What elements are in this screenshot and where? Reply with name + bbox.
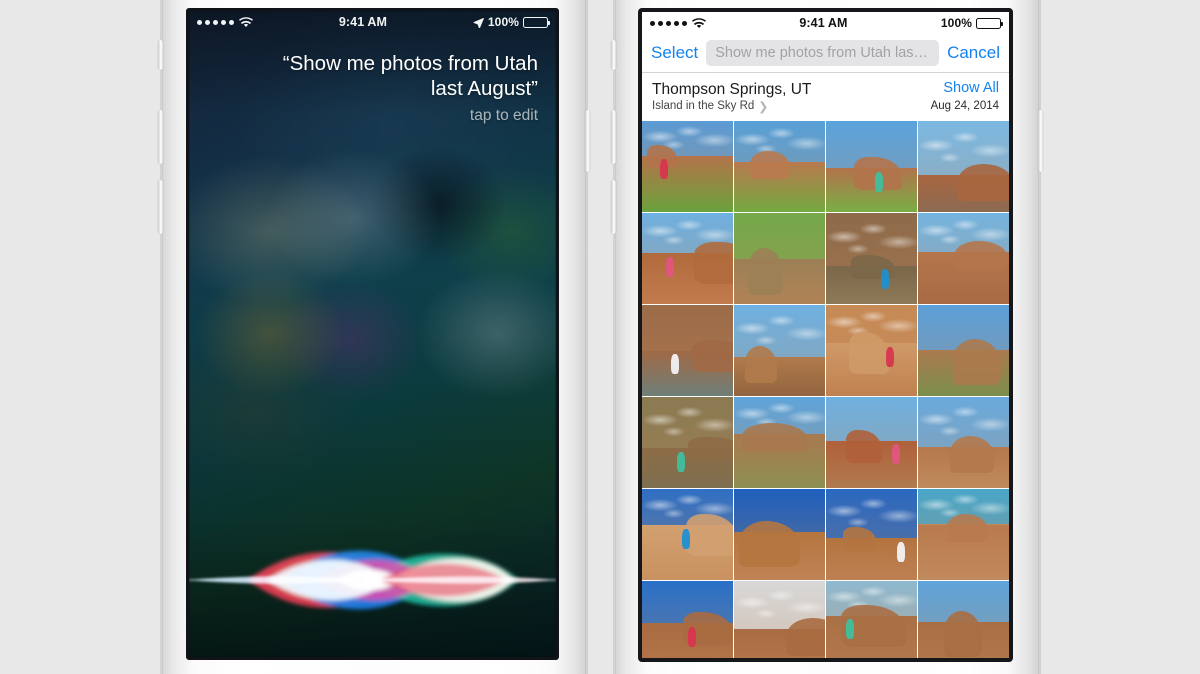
- photo-thumbnail[interactable]: [826, 397, 917, 488]
- photo-thumbnail[interactable]: [642, 305, 733, 396]
- siri-waveform-svg: [189, 550, 556, 610]
- iphone-left-screen: 9:41 AM 100% “Show me photos from Utah l…: [186, 8, 559, 660]
- moment-subtitle: Island in the Sky Rd: [652, 100, 755, 112]
- volume-down-button[interactable]: [158, 180, 163, 234]
- thumbnail-subject: [891, 444, 900, 465]
- power-button[interactable]: [1038, 110, 1043, 172]
- photo-thumbnail[interactable]: [642, 397, 733, 488]
- volume-down-button[interactable]: [611, 180, 616, 234]
- photo-thumbnail[interactable]: [918, 581, 1009, 658]
- photo-thumbnail[interactable]: [826, 213, 917, 304]
- thumbnail-rock-form: [786, 618, 825, 656]
- select-button[interactable]: Select: [651, 43, 698, 63]
- status-bar-right-group: 100%: [940, 16, 1003, 30]
- photo-thumbnail[interactable]: [918, 213, 1009, 304]
- siri-transcript[interactable]: “Show me photos from Utah last August”: [213, 51, 538, 101]
- photos-search-bar: Select Show me photos from Utah last… Ca…: [642, 34, 1009, 72]
- thumbnail-rock-form: [955, 241, 1008, 270]
- thumbnail-rock-form: [750, 151, 790, 180]
- volume-up-button[interactable]: [611, 110, 616, 164]
- power-button[interactable]: [585, 110, 590, 172]
- search-input[interactable]: Show me photos from Utah last…: [706, 40, 940, 66]
- status-bar-right: 9:41 AM 100%: [642, 12, 1009, 34]
- thumbnail-subject: [682, 529, 691, 550]
- thumbnail-rock-form: [693, 242, 733, 284]
- photo-thumbnail[interactable]: [642, 489, 733, 580]
- siri-waveform: [189, 525, 556, 635]
- thumbnail-rock-form: [958, 163, 1009, 202]
- photo-thumbnail[interactable]: [734, 489, 825, 580]
- photo-grid[interactable]: [642, 121, 1009, 658]
- photo-thumbnail[interactable]: [918, 397, 1009, 488]
- photo-thumbnail[interactable]: [734, 121, 825, 212]
- thumbnail-rock-form: [688, 437, 733, 461]
- show-all-button[interactable]: Show All: [943, 80, 999, 96]
- photo-thumbnail[interactable]: [918, 305, 1009, 396]
- volume-up-button[interactable]: [158, 110, 163, 164]
- thumbnail-rock-form: [944, 611, 982, 658]
- photo-thumbnail[interactable]: [734, 213, 825, 304]
- moment-date: Aug 24, 2014: [930, 100, 999, 112]
- status-bar-signal-group: [650, 17, 706, 29]
- wifi-icon: [692, 17, 706, 29]
- photo-thumbnail[interactable]: [734, 397, 825, 488]
- battery-percent-label: 100%: [940, 16, 972, 30]
- thumbnail-subject: [880, 269, 889, 290]
- status-bar-right-group: 100%: [473, 15, 550, 29]
- search-input-placeholder: Show me photos from Utah last…: [715, 45, 931, 61]
- thumbnail-clouds: [734, 305, 825, 357]
- mute-switch[interactable]: [158, 40, 163, 70]
- status-bar-signal-group: [197, 16, 253, 28]
- iphone-right-screen: 9:41 AM 100% Select Show me photos from …: [638, 8, 1013, 662]
- status-bar-time: 9:41 AM: [338, 15, 388, 29]
- thumbnail-rock-form: [742, 423, 807, 452]
- photo-thumbnail[interactable]: [734, 305, 825, 396]
- signal-dots-icon: [650, 20, 687, 26]
- chevron-right-icon: ❯: [758, 99, 769, 113]
- thumbnail-subject: [660, 159, 669, 180]
- photos-app: 9:41 AM 100% Select Show me photos from …: [642, 12, 1009, 658]
- status-bar-time: 9:41 AM: [799, 16, 848, 30]
- thumbnail-rock-form: [691, 339, 733, 373]
- thumbnail-subject: [665, 256, 674, 277]
- location-arrow-icon: [473, 17, 484, 28]
- screenshot-stage: 9:41 AM 100% “Show me photos from Utah l…: [0, 0, 1200, 674]
- moment-header[interactable]: Thompson Springs, UT Island in the Sky R…: [642, 73, 1009, 121]
- thumbnail-subject: [846, 619, 855, 640]
- thumbnail-subject: [671, 354, 680, 375]
- siri-transcript-line-1: “Show me photos from Utah: [282, 52, 538, 75]
- thumbnail-rock-form: [685, 514, 733, 557]
- photo-thumbnail[interactable]: [826, 121, 917, 212]
- thumbnail-subject: [896, 541, 906, 562]
- thumbnail-subject: [886, 346, 895, 367]
- photo-thumbnail[interactable]: [826, 489, 917, 580]
- battery-percent-label: 100%: [487, 15, 519, 29]
- thumbnail-rock-form: [744, 345, 777, 384]
- photo-thumbnail[interactable]: [826, 581, 917, 658]
- thumbnail-rock-form: [747, 248, 784, 295]
- thumbnail-sky: [734, 213, 825, 260]
- battery-full-icon: [976, 17, 1003, 29]
- signal-dots-icon: [197, 19, 234, 25]
- siri-transcript-line-2: last August”: [430, 77, 538, 100]
- thumbnail-subject: [676, 451, 685, 472]
- photo-thumbnail[interactable]: [918, 121, 1009, 212]
- siri-edit-hint[interactable]: tap to edit: [470, 107, 538, 125]
- photo-thumbnail[interactable]: [826, 305, 917, 396]
- photo-thumbnail[interactable]: [642, 581, 733, 658]
- status-bar-left: 9:41 AM 100%: [189, 11, 556, 33]
- photo-thumbnail[interactable]: [642, 121, 733, 212]
- thumbnail-subject: [875, 171, 884, 192]
- wifi-icon: [239, 16, 253, 28]
- photo-thumbnail[interactable]: [734, 581, 825, 658]
- thumbnail-clouds: [826, 489, 917, 539]
- cancel-button[interactable]: Cancel: [947, 43, 1000, 63]
- battery-full-icon: [523, 16, 550, 28]
- thumbnail-subject: [687, 626, 696, 647]
- photo-thumbnail[interactable]: [918, 489, 1009, 580]
- mute-switch[interactable]: [611, 40, 616, 70]
- thumbnail-rock-form: [949, 436, 995, 474]
- photo-thumbnail[interactable]: [642, 213, 733, 304]
